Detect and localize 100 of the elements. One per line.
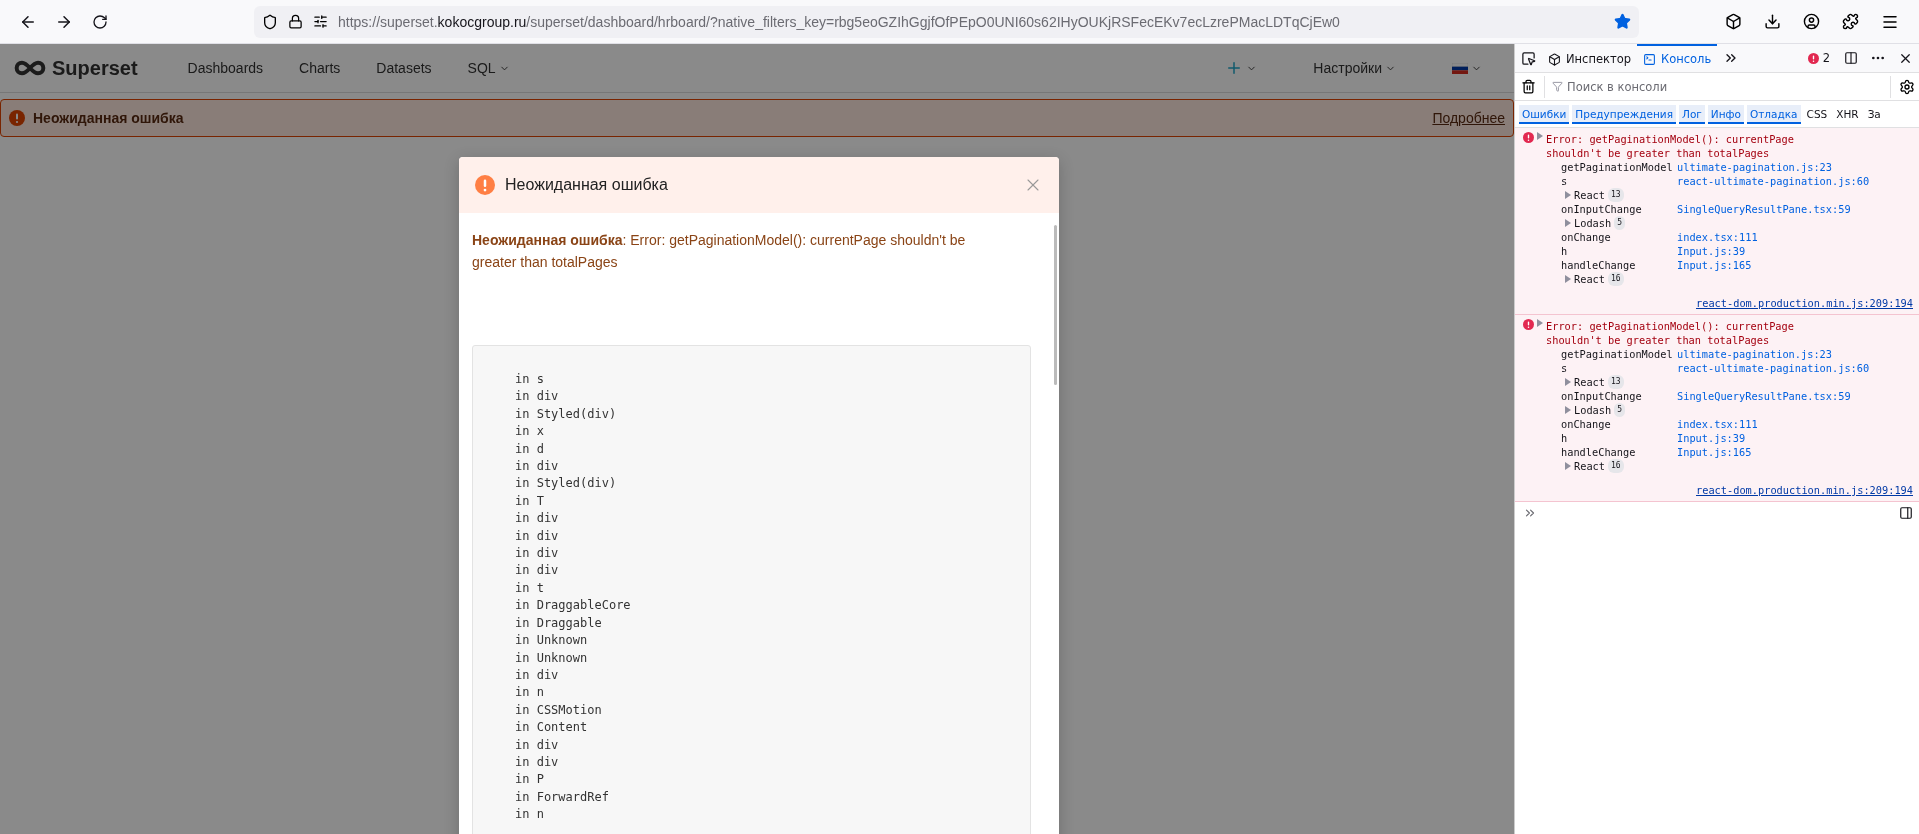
nav-link[interactable]: SQL — [449, 60, 528, 76]
stack-line: in d — [515, 440, 545, 458]
frame-group-name[interactable]: Lodash — [1574, 403, 1612, 417]
devtools-tab[interactable]: Инспектор — [1542, 44, 1638, 72]
frame-group-name[interactable]: React — [1574, 272, 1605, 286]
url-text[interactable]: https://superset.kokocgroup.ru/superset/dashboard/hrboard/?native_filters_key=rbg5eoGZIhGgjfOfPEpO0UNI60s62IHyOUKjRSFecEKv7ecLzrePMacLDTqCjEw0 — [338, 13, 1604, 30]
frame-name: onChange — [1561, 417, 1612, 431]
source-link[interactable]: ultimate-pagination.js:23 — [1677, 160, 1832, 174]
log-filter-button[interactable]: Инфо — [1707, 104, 1744, 124]
error-text: Error: getPaginationModel(): currentPage shouldn't be greater than totalPages — [1546, 132, 1795, 160]
nav-link[interactable]: Dashboards — [169, 60, 282, 76]
stack-line: in ForwardRef — [515, 788, 610, 806]
frame-count: 5 — [1614, 216, 1626, 230]
settings-menu[interactable]: Настройки — [1295, 60, 1414, 76]
stack-line: in t — [515, 579, 545, 597]
box-icon — [1548, 52, 1561, 66]
extensions-icon[interactable] — [1842, 12, 1859, 30]
expand-triangle-icon[interactable] — [1565, 462, 1571, 470]
log-filter-button[interactable]: За — [1864, 104, 1884, 124]
stack-line: in n — [515, 806, 545, 824]
source-link[interactable]: Input.js:39 — [1677, 244, 1746, 258]
source-link[interactable]: Input.js:165 — [1677, 445, 1752, 459]
frame-group-name[interactable]: Lodash — [1574, 216, 1612, 230]
frame-group-name[interactable]: React — [1574, 188, 1605, 202]
permissions-icon[interactable] — [313, 14, 328, 29]
filter-icon — [1552, 80, 1563, 92]
nav-link[interactable]: Charts — [281, 60, 359, 76]
error-count[interactable]: 2 — [1799, 44, 1838, 72]
stack-line: in div — [515, 388, 560, 406]
stack-line: in Styled(div) — [515, 475, 618, 493]
expand-triangle-icon[interactable] — [1565, 406, 1571, 414]
source-link[interactable]: react-ultimate-pagination.js:60 — [1677, 361, 1870, 375]
flag-icon — [1452, 62, 1468, 74]
expand-triangle-icon[interactable] — [1565, 191, 1571, 199]
frame-name: h — [1561, 244, 1569, 258]
exclamation-icon — [475, 175, 495, 195]
frame-name: h — [1561, 431, 1569, 445]
box-icon[interactable] — [1725, 12, 1742, 30]
nav-link[interactable]: Datasets — [358, 60, 450, 76]
frame-name: onInputChange — [1561, 202, 1643, 216]
location-link[interactable]: react-dom.production.min.js:209:194 — [1523, 483, 1913, 497]
devtools-tab[interactable]: Консоль — [1637, 44, 1718, 72]
location-link[interactable]: react-dom.production.min.js:209:194 — [1523, 296, 1913, 310]
stack-line: in div — [515, 736, 560, 754]
brand-name[interactable]: Superset — [52, 56, 138, 80]
scrollbar[interactable] — [1054, 225, 1057, 385]
source-link[interactable]: ultimate-pagination.js:23 — [1677, 347, 1832, 361]
log-filter-button[interactable]: XHR — [1833, 104, 1862, 124]
expand-triangle-icon[interactable] — [1565, 378, 1571, 386]
frame-name: s — [1561, 174, 1569, 188]
trash-icon[interactable] — [1521, 79, 1536, 94]
stack-line: in s — [515, 371, 545, 388]
lock-icon[interactable] — [288, 14, 303, 29]
frame-count: 16 — [1608, 272, 1624, 286]
frame-count: 13 — [1608, 188, 1624, 202]
log-filter-button[interactable]: Предупреждения — [1572, 104, 1676, 124]
frame-count: 5 — [1614, 403, 1626, 417]
frame-group-name[interactable]: React — [1574, 375, 1605, 389]
account-icon[interactable] — [1803, 12, 1820, 30]
shield-icon[interactable] — [262, 13, 278, 30]
expand-triangle-icon[interactable] — [1537, 319, 1543, 327]
frame-name: onInputChange — [1561, 389, 1643, 403]
prompt-chevron-icon — [1523, 506, 1537, 520]
stack-line: in P — [515, 771, 545, 789]
error-icon — [1807, 52, 1819, 64]
error-icon — [1523, 319, 1534, 330]
exclamation-icon — [9, 110, 25, 126]
details-link[interactable]: Подробнее — [1432, 110, 1505, 126]
settings-icon[interactable] — [1899, 78, 1915, 95]
stack-line: in div — [515, 527, 560, 545]
expand-triangle-icon[interactable] — [1565, 219, 1571, 227]
source-link[interactable]: SingleQueryResultPane.tsx:59 — [1677, 202, 1851, 216]
address-bar[interactable]: https://superset.kokocgroup.ru/superset/dashboard/hrboard/?native_filters_key=rbg5eoGZIhGgjfOfPEpO0UNI60s62IHyOUKjRSFecEKv7ecLzrePMacLDTqCjEw0 — [254, 5, 1639, 38]
source-link[interactable]: index.tsx:111 — [1677, 417, 1758, 431]
log-filter-button[interactable]: Отладка — [1747, 104, 1801, 124]
stack-line: in div — [515, 510, 560, 528]
expand-triangle-icon[interactable] — [1537, 132, 1543, 140]
source-link[interactable]: react-ultimate-pagination.js:60 — [1677, 174, 1870, 188]
stack-line: in DraggableCore — [515, 597, 632, 615]
stack-line: in CSSMotion — [515, 701, 603, 719]
bookmark-star-icon[interactable] — [1614, 13, 1631, 30]
log-filter-button[interactable]: CSS — [1803, 104, 1831, 124]
source-link[interactable]: Input.js:165 — [1677, 258, 1752, 272]
sidebar-toggle-icon[interactable] — [1899, 506, 1913, 520]
download-icon[interactable] — [1764, 12, 1781, 30]
error-message: Неожиданная ошибка: Error: getPaginationModel(): currentPage shouldn't be greater than totalPages — [472, 231, 967, 272]
log-filter-button[interactable]: Ошибки — [1519, 104, 1570, 124]
stack-line: in Unknown — [515, 649, 589, 667]
stack-line: in Draggable — [515, 614, 603, 632]
log-filter-button[interactable]: Лог — [1679, 104, 1705, 124]
frame-group-name[interactable]: React — [1574, 459, 1605, 473]
expand-triangle-icon[interactable] — [1565, 275, 1571, 283]
source-link[interactable]: SingleQueryResultPane.tsx:59 — [1677, 389, 1851, 403]
console-search-field[interactable]: Поиск в консоли — [1544, 75, 1891, 98]
source-link[interactable]: Input.js:39 — [1677, 431, 1746, 445]
frame-name: handleChange — [1561, 445, 1637, 459]
stack-line: in T — [515, 492, 545, 510]
source-link[interactable]: index.tsx:111 — [1677, 230, 1758, 244]
stack-line: in Unknown — [515, 632, 589, 650]
stack-line: in div — [515, 545, 560, 563]
